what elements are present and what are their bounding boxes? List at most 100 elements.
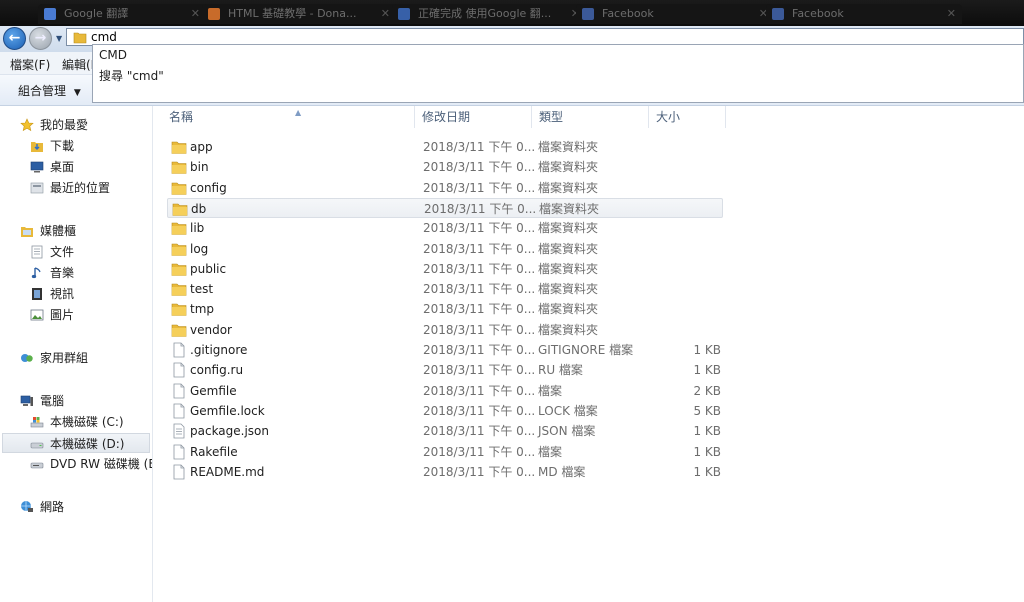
close-icon[interactable]: ✕ bbox=[191, 4, 200, 24]
close-icon[interactable]: ✕ bbox=[947, 4, 956, 24]
file-row[interactable]: Gemfile 2018/3/11 下午 0... 檔案 2 KB bbox=[167, 381, 723, 401]
file-type: 檔案資料夾 bbox=[539, 201, 600, 216]
browser-tab[interactable]: Facebook ✕ bbox=[766, 4, 962, 24]
file-name: config bbox=[190, 180, 227, 195]
column-label: 大小 bbox=[656, 110, 681, 124]
file-name: .gitignore bbox=[190, 343, 248, 357]
column-header-size[interactable]: 大小 bbox=[650, 106, 726, 128]
arrow-right-icon: → bbox=[34, 30, 47, 46]
suggestion-item[interactable]: 搜尋 "cmd" bbox=[99, 67, 164, 84]
file-type: RU 檔案 bbox=[538, 363, 583, 378]
nav-label: 視訊 bbox=[50, 287, 75, 301]
file-name: config.ru bbox=[190, 363, 244, 378]
file-row[interactable]: public 2018/3/11 下午 0... 檔案資料夾 bbox=[167, 259, 723, 279]
organize-button[interactable]: 組合管理 ▼ bbox=[18, 82, 81, 99]
file-row[interactable]: lib 2018/3/11 下午 0... 檔案資料夾 bbox=[167, 218, 723, 238]
file-row[interactable]: bin 2018/3/11 下午 0... 檔案資料夾 bbox=[167, 157, 723, 177]
back-button[interactable]: ← bbox=[3, 27, 26, 50]
address-input[interactable] bbox=[91, 29, 991, 45]
column-header-type[interactable]: 類型 bbox=[533, 106, 649, 128]
file-modified-date: 2018/3/11 下午 0... bbox=[423, 160, 536, 175]
nav-label: 家用群組 bbox=[40, 351, 89, 365]
browser-tab[interactable]: Google 翻譯 ✕ bbox=[38, 4, 206, 24]
nav-homegroup[interactable]: 家用群組 bbox=[20, 348, 150, 368]
network-icon bbox=[21, 501, 33, 512]
forward-button[interactable]: → bbox=[29, 27, 52, 50]
nav-computer[interactable]: 電腦 bbox=[20, 391, 150, 411]
nav-label: 本機磁碟 (D:) bbox=[50, 437, 125, 451]
windows-drive-icon bbox=[30, 417, 44, 428]
nav-item-music[interactable]: 音樂 bbox=[30, 263, 150, 283]
nav-item-dvd[interactable]: DVD RW 磁碟機 (E: bbox=[30, 454, 152, 474]
file-name: public bbox=[190, 261, 227, 276]
file-name: test bbox=[190, 282, 214, 297]
file-modified-date: 2018/3/11 下午 0... bbox=[423, 343, 536, 357]
suggestion-item[interactable]: CMD bbox=[99, 48, 127, 62]
nav-network[interactable]: 網路 bbox=[20, 497, 150, 517]
file-row[interactable]: app 2018/3/11 下午 0... 檔案資料夾 bbox=[167, 137, 723, 157]
recent-pages-dropdown-icon[interactable]: ▼ bbox=[56, 34, 62, 43]
file-row[interactable]: config 2018/3/11 下午 0... 檔案資料夾 bbox=[167, 178, 723, 198]
file-modified-date: 2018/3/11 下午 0... bbox=[423, 302, 536, 317]
nav-item-pictures[interactable]: 圖片 bbox=[30, 305, 150, 325]
file-name: README.md bbox=[190, 464, 265, 479]
browser-tab[interactable]: HTML 基礎教學 - Dona... ✕ bbox=[202, 4, 396, 24]
downloads-folder-icon bbox=[31, 142, 43, 152]
file-row[interactable]: Gemfile.lock 2018/3/11 下午 0... LOCK 檔案 5 KB bbox=[167, 401, 723, 421]
address-suggestions: CMD 搜尋 "cmd" bbox=[92, 44, 1024, 103]
file-row[interactable]: README.md 2018/3/11 下午 0... MD 檔案 1 KB bbox=[167, 462, 723, 482]
file-row[interactable]: .gitignore 2018/3/11 下午 0... GITIGNORE 檔案 1… bbox=[167, 340, 723, 360]
star-icon bbox=[20, 118, 34, 132]
file-modified-date: 2018/3/11 下午 0... bbox=[423, 464, 536, 479]
file-type: 檔案 bbox=[538, 444, 563, 459]
file-size: 5 KB bbox=[693, 403, 721, 418]
nav-label: 本機磁碟 (C:) bbox=[50, 415, 124, 429]
nav-item-documents[interactable]: 文件 bbox=[30, 242, 150, 262]
text-file-icon bbox=[173, 423, 185, 439]
file-name: Gemfile bbox=[190, 383, 237, 398]
nav-label: 音樂 bbox=[50, 266, 75, 280]
file-row[interactable]: tmp 2018/3/11 下午 0... 檔案資料夾 bbox=[167, 299, 723, 319]
tab-favicon-icon bbox=[582, 8, 594, 20]
column-header-name[interactable]: 名稱 ▲ bbox=[163, 106, 415, 128]
browser-tab[interactable]: 正確完成 使用Google 翻... ✕ bbox=[392, 4, 586, 24]
close-icon[interactable]: ✕ bbox=[381, 4, 390, 24]
nav-item-recent[interactable]: 最近的位置 bbox=[30, 178, 150, 198]
file-name: Rakefile bbox=[190, 444, 238, 459]
file-modified-date: 2018/3/11 下午 0... bbox=[423, 140, 536, 154]
browser-tab[interactable]: Facebook ✕ bbox=[576, 4, 774, 24]
nav-item-desktop[interactable]: 桌面 bbox=[30, 157, 150, 177]
nav-item-drive-d[interactable]: 本機磁碟 (D:) bbox=[2, 433, 150, 453]
nav-item-drive-c[interactable]: 本機磁碟 (C:) bbox=[30, 412, 150, 432]
nav-label: 我的最愛 bbox=[40, 118, 89, 132]
organize-label: 組合管理 bbox=[18, 84, 67, 98]
file-modified-date: 2018/3/11 下午 0... bbox=[423, 363, 536, 378]
file-name: app bbox=[190, 140, 213, 154]
column-label: 修改日期 bbox=[422, 110, 471, 124]
nav-libraries[interactable]: 媒體櫃 bbox=[20, 221, 150, 241]
film-icon bbox=[32, 288, 42, 300]
homegroup-icon bbox=[21, 354, 33, 362]
file-row[interactable]: test 2018/3/11 下午 0... 檔案資料夾 bbox=[167, 279, 723, 299]
arrow-left-icon: ← bbox=[8, 30, 21, 46]
nav-item-downloads[interactable]: 下載 bbox=[30, 136, 150, 156]
file-size: 1 KB bbox=[693, 343, 721, 357]
file-size: 1 KB bbox=[693, 444, 721, 459]
column-header-date[interactable]: 修改日期 bbox=[416, 106, 532, 128]
nav-favorites[interactable]: 我的最愛 bbox=[20, 115, 150, 135]
file-row[interactable]: package.json 2018/3/11 下午 0... JSON 檔案 1 KB bbox=[167, 421, 723, 441]
file-type: 檔案資料夾 bbox=[538, 221, 599, 236]
file-type: 檔案資料夾 bbox=[538, 140, 599, 154]
nav-label: 電腦 bbox=[40, 394, 65, 408]
file-row[interactable]: log 2018/3/11 下午 0... 檔案資料夾 bbox=[167, 239, 723, 259]
file-row[interactable]: vendor 2018/3/11 下午 0... 檔案資料夾 bbox=[167, 320, 723, 340]
tab-title: Google 翻譯 bbox=[64, 7, 129, 20]
file-name: lib bbox=[190, 221, 205, 236]
nav-item-videos[interactable]: 視訊 bbox=[30, 284, 150, 304]
file-row[interactable]: db 2018/3/11 下午 0... 檔案資料夾 bbox=[167, 197, 723, 218]
file-modified-date: 2018/3/11 下午 0... bbox=[423, 403, 536, 418]
file-row[interactable]: config.ru 2018/3/11 下午 0... RU 檔案 1 KB bbox=[167, 360, 723, 380]
file-row[interactable]: Rakefile 2018/3/11 下午 0... 檔案 1 KB bbox=[167, 442, 723, 462]
menu-file[interactable]: 檔案(F) bbox=[10, 56, 50, 73]
file-type: 檔案資料夾 bbox=[538, 261, 599, 276]
